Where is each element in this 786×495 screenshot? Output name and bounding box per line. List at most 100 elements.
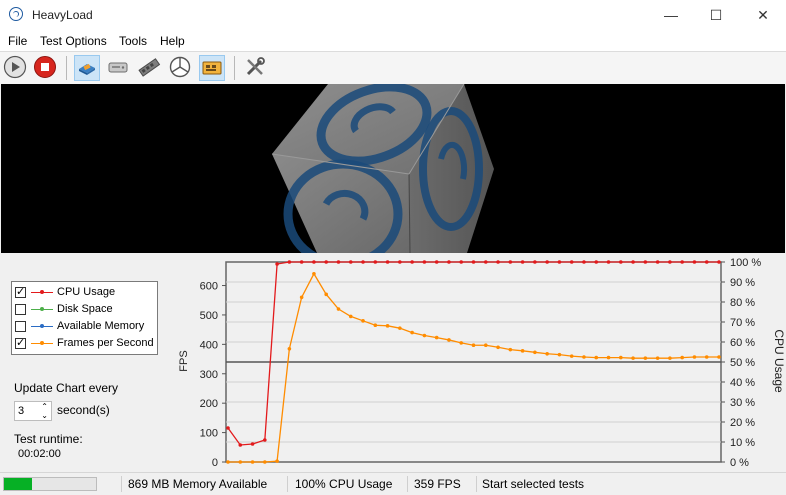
data-point	[594, 355, 599, 360]
legend-marker	[40, 307, 44, 311]
minimize-button[interactable]: —	[648, 0, 694, 31]
legend-available-memory[interactable]: Available Memory	[15, 319, 155, 335]
right-tick-label: 80 %	[730, 297, 755, 309]
legend-marker	[40, 290, 44, 294]
update-interval-stepper[interactable]: 3 ⌃ ⌄	[14, 401, 52, 421]
data-point	[631, 356, 635, 360]
memory-icon	[138, 58, 161, 77]
data-point	[545, 351, 549, 356]
data-point	[483, 343, 488, 348]
data-point	[606, 260, 611, 264]
available-memory-checkbox[interactable]	[15, 321, 26, 332]
data-point	[692, 355, 697, 359]
data-point	[533, 260, 537, 264]
data-point	[496, 345, 500, 350]
data-point	[324, 260, 328, 264]
gpu-render-view	[1, 84, 785, 253]
data-point	[483, 260, 488, 264]
data-point	[226, 460, 230, 464]
data-point	[447, 338, 451, 342]
legend-marker	[40, 341, 44, 345]
data-point	[471, 343, 476, 348]
data-point	[263, 438, 267, 442]
close-button[interactable]: ✕	[740, 0, 786, 31]
fps-checkbox[interactable]: ✓	[15, 338, 26, 349]
data-point	[373, 260, 378, 264]
right-tick-label: 100 %	[730, 257, 761, 269]
menu-test-options[interactable]: Test Options	[40, 34, 107, 48]
monitor-panel: ✓ CPU Usage Disk Space Available Memory …	[0, 253, 786, 472]
right-tick-label: 40 %	[730, 377, 755, 389]
runtime-label: Test runtime:	[14, 432, 83, 446]
toolbar-separator	[66, 56, 67, 80]
options-button[interactable]	[243, 55, 269, 81]
legend-cpu-usage[interactable]: ✓ CPU Usage	[15, 285, 155, 301]
disk-space-checkbox[interactable]	[15, 304, 26, 315]
legend-disk-space[interactable]: Disk Space	[15, 302, 155, 318]
menu-file[interactable]: File	[8, 34, 27, 48]
left-tick-label: 200	[200, 398, 218, 410]
stop-button[interactable]	[33, 55, 59, 81]
data-point	[692, 260, 697, 264]
data-point	[373, 323, 378, 328]
data-point	[655, 260, 660, 264]
data-point	[287, 260, 292, 264]
stress-gpu-button[interactable]	[168, 55, 194, 81]
left-tick-label: 300	[200, 369, 218, 381]
play-icon	[3, 55, 27, 79]
data-point	[704, 260, 709, 264]
legend-label: Frames per Second	[57, 337, 154, 349]
data-point	[619, 260, 623, 264]
data-point	[434, 260, 439, 264]
data-point	[643, 260, 648, 264]
data-point	[434, 335, 439, 340]
stress-cpu-button[interactable]	[74, 55, 100, 81]
data-point	[459, 260, 464, 264]
data-point	[250, 460, 255, 464]
menu-tools[interactable]: Tools	[119, 34, 147, 48]
stress-threads-button[interactable]	[199, 55, 225, 81]
data-point	[508, 347, 513, 352]
right-tick-label: 10 %	[730, 437, 755, 449]
status-separator	[476, 476, 477, 492]
window-title: HeavyLoad	[32, 8, 93, 22]
data-point	[668, 356, 672, 360]
legend-label: Available Memory	[57, 320, 145, 332]
data-point	[238, 460, 243, 464]
maximize-button[interactable]: ☐	[693, 0, 739, 31]
data-point	[508, 260, 513, 264]
data-point	[398, 260, 402, 264]
right-tick-label: 60 %	[730, 337, 755, 349]
status-cpu: 100% CPU Usage	[295, 477, 393, 491]
data-point	[361, 260, 365, 264]
cpu-usage-checkbox[interactable]: ✓	[15, 287, 26, 298]
data-point	[422, 333, 427, 338]
left-tick-label: 600	[200, 281, 218, 293]
update-unit-label: second(s)	[57, 403, 110, 417]
legend-marker	[40, 324, 44, 328]
data-point	[348, 260, 353, 264]
legend-label: CPU Usage	[57, 286, 116, 298]
data-point	[717, 260, 721, 264]
stepper-arrows-icon[interactable]: ⌃ ⌄	[41, 402, 48, 420]
data-point	[275, 262, 279, 266]
data-point	[717, 355, 721, 359]
status-separator	[121, 476, 122, 492]
write-temp-file-button[interactable]	[106, 55, 132, 81]
menu-help[interactable]: Help	[160, 34, 185, 48]
right-tick-label: 0 %	[730, 457, 749, 469]
toolbar-separator	[234, 56, 235, 80]
left-tick-label: 100	[200, 428, 218, 440]
data-point	[361, 319, 365, 323]
tools-icon	[246, 57, 265, 76]
legend-frames-per-second[interactable]: ✓ Frames per Second	[15, 336, 155, 352]
status-fps: 359 FPS	[414, 477, 461, 491]
data-point	[655, 356, 660, 360]
status-separator	[287, 476, 288, 492]
data-point	[631, 260, 635, 264]
monitor-chart: 0 % 10 % 20 % 30 % 40 % 50 % 60 % 70 % 80 % 90 % 1…	[178, 257, 786, 469]
start-button[interactable]	[3, 55, 29, 81]
allocate-memory-button[interactable]	[137, 55, 163, 81]
toolbar	[0, 51, 786, 85]
legend-label: Disk Space	[57, 303, 113, 315]
